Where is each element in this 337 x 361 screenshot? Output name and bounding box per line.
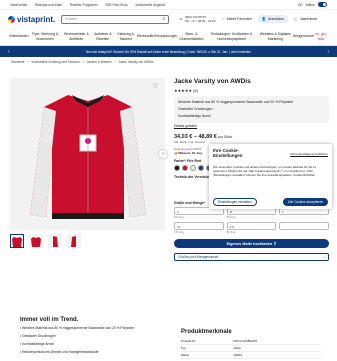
list-item: • Reißverschluss mit Ärmeln und Handgele…: [20, 349, 99, 354]
list-item: • Kontrastfarbige Ärmel: [20, 341, 54, 346]
nav-item[interactable]: Im- gel- bots: [314, 32, 328, 40]
favorite-heart-icon[interactable]: ♡: [153, 83, 158, 90]
feature-item: Weiches Material aus 80 % ringgesponnene…: [178, 100, 294, 104]
nav-item[interactable]: Verpackungen: [156, 34, 178, 38]
thumbnail[interactable]: [10, 234, 24, 248]
table-row: Typ Jacke: [181, 344, 321, 352]
upload-icon: ⇪: [273, 242, 277, 247]
breadcrumb-item[interactable]: Individuelle Kleidung und Taschen: [32, 60, 80, 64]
upload-design-button[interactable]: Eigenes Motiv hochladen ⇪: [174, 239, 329, 249]
cookie-title: Ihre Cookie-Einstellungen: [213, 148, 243, 159]
size-input[interactable]: [279, 222, 329, 231]
section-title: Produktmerkmale: [181, 329, 232, 335]
nav-item[interactable]: Stem- & Geschenkartikel: [177, 32, 205, 40]
login-button[interactable]: 👤 Anmelden: [257, 15, 288, 23]
nav-item[interactable]: Werbeartikel: [137, 34, 156, 38]
breadcrumb-item: Jacke Varsity von AWDis: [118, 59, 154, 64]
breadcrumb: Startseite › Individuelle Kleidung und Ta…: [11, 59, 154, 64]
feature-summary: Immer voll im Trend. • Weiches Material …: [20, 317, 165, 357]
search-icon[interactable]: ⌕: [162, 16, 165, 22]
user-icon: 👤: [261, 17, 267, 21]
product-features-table: Produktmerkmale Produkt-ID PRD-F3A5BG0TA …: [181, 329, 321, 359]
section-title: Immer voll im Trend.: [20, 317, 79, 323]
details-link[interactable]: Details gefallen: [174, 124, 329, 128]
nav-item[interactable]: Aufkleber & Etiketten: [91, 32, 114, 40]
thumbnail-strip: [10, 234, 165, 248]
top-bar: VistaCredits Bildungs-und-Kitas Reseller…: [0, 0, 337, 10]
feature-item: Kontrastfarbige Ärmel: [178, 114, 211, 119]
cart-icon: 🛒: [293, 17, 299, 21]
nav-item[interactable]: Websites & Digitales Marketing: [258, 32, 293, 40]
cookie-reject-link[interactable]: Ohne Einwilligung fortfahren: [290, 152, 328, 156]
search-input[interactable]: Suchen ⌕: [61, 14, 170, 24]
nav-item[interactable]: Visitenkarten: [9, 34, 29, 38]
list-item: • Gestickter Druckbogen: [20, 333, 56, 338]
thumbnail[interactable]: [48, 234, 62, 248]
topbar-link[interactable]: B2B Print-Shop: [106, 3, 128, 7]
product-title: Jacke Varsity von AWDis: [174, 78, 251, 85]
chevron-right-icon[interactable]: ›: [159, 150, 167, 158]
logo[interactable]: vistaprint.: [8, 15, 55, 24]
feature-item: Gestickter Druckbogen: [178, 107, 213, 112]
topbar-link[interactable]: Bildungs-und-Kitas: [35, 3, 62, 7]
breadcrumb-item[interactable]: Jacken & Westen: [87, 60, 112, 64]
chevron-left-icon[interactable]: ‹: [8, 49, 10, 55]
product-gallery: ♡ ›: [10, 78, 167, 248]
feature-list: Weiches Material aus 80 % ringgesponnene…: [174, 96, 329, 124]
jacket-image: [29, 94, 146, 219]
nav-item[interactable]: Werbeschilder & Aufkleber: [62, 32, 92, 40]
cart-link[interactable]: 🛒 Warenkorb: [294, 17, 317, 21]
favorites-link[interactable]: ♡ Meine Favoriten: [222, 17, 252, 21]
nav-item[interactable]: Einladungen, Grußkarten & Hochzeitspapet…: [205, 32, 258, 40]
accept-all-button[interactable]: Alle Cookies akzeptieren: [282, 198, 328, 206]
topbar-link[interactable]: Individueller Angebot: [136, 3, 166, 7]
nav-item[interactable]: Designservice: [293, 34, 314, 38]
header: vistaprint. Suchen ⌕ ☏ 0800 100 55 56 Mo – …: [0, 10, 337, 28]
thumbnail[interactable]: [29, 234, 43, 248]
heart-icon: ♡: [221, 17, 225, 21]
topbar-link[interactable]: VistaCredits: [10, 3, 27, 7]
logo-mark-icon: [8, 15, 15, 23]
manage-settings-button[interactable]: Einstellungen verwalten: [213, 198, 257, 206]
main-nav: Visitenkarten Flyer, Werbung & Broschüre…: [0, 28, 337, 46]
color-swatch[interactable]: [174, 165, 180, 172]
cookie-text: Wir verwenden Cookies und andere Technol…: [213, 165, 317, 177]
lower-section: Immer voll im Trend. • Weiches Material …: [0, 310, 337, 361]
list-item: • Weiches Material aus 80 % ringgesponne…: [20, 326, 135, 330]
size-grid: S XS Ung. M Rt Ung. L XL XS Ung. 2XL Bt Ung.: [174, 207, 329, 234]
color-swatch[interactable]: [190, 165, 196, 172]
table-row: Marke AWDis: [181, 351, 321, 359]
nav-item[interactable]: Flyer, Werbung & Broschüren: [29, 32, 62, 40]
product-image[interactable]: ♡ ›: [10, 78, 167, 230]
promo-banner[interactable]: ‹ Neu bei vistaprint? Sichere Dir 20% Ra…: [0, 46, 337, 57]
color-swatch[interactable]: [182, 165, 188, 172]
chevron-down-icon: ⌄: [322, 255, 325, 260]
toggle[interactable]: [318, 2, 327, 7]
chevron-right-icon[interactable]: ›: [327, 49, 329, 55]
locale-switch[interactable]: DE Währe: [298, 2, 327, 7]
thumbnail[interactable]: [67, 234, 81, 248]
truck-icon: 🚚: [174, 151, 178, 156]
color-swatch[interactable]: [198, 165, 204, 172]
size-label: Größe und Menge*: [174, 201, 206, 206]
cookie-dialog: Ihre Cookie-Einstellungen Ohne Einwillig…: [209, 144, 332, 209]
size-input[interactable]: XL: [174, 222, 224, 231]
size-input[interactable]: 2XL: [226, 222, 277, 231]
phone-icon: ☏: [179, 17, 183, 21]
phone-contact[interactable]: ☏ 0800 100 55 56 Mo – Fr / 08:00 - 18:00: [179, 15, 215, 23]
rating-stars[interactable]: ★★★★★ (5): [174, 88, 329, 93]
nav-item[interactable]: Kleidung & Taschen: [115, 32, 137, 40]
topbar-link[interactable]: Reseller-Programm: [70, 3, 98, 7]
sizes-accordion[interactable]: Größen und Mengenrabatt ⌄: [174, 253, 329, 262]
breadcrumb-item[interactable]: Startseite: [11, 60, 24, 64]
